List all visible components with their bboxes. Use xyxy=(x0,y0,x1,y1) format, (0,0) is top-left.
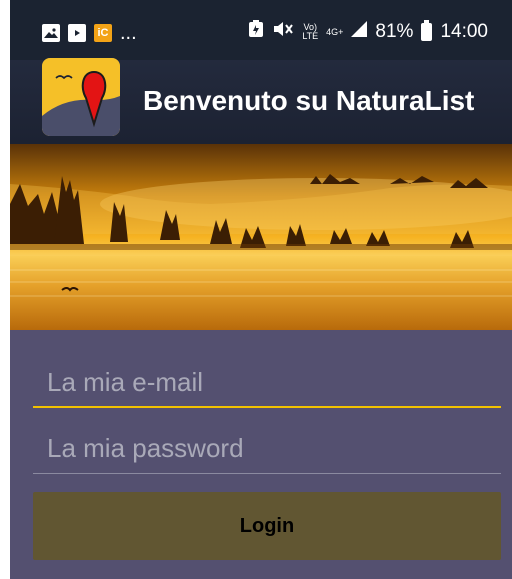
clock: 14:00 xyxy=(440,21,488,42)
signal-icon xyxy=(351,21,368,43)
network-type: 4G+ xyxy=(326,26,344,37)
status-bar: iC ... Vo) LTE 4G+ 81% 14:00 xyxy=(10,0,512,60)
battery-saver-icon xyxy=(248,20,264,44)
email-field[interactable] xyxy=(33,358,501,408)
notification-icons: iC ... xyxy=(42,22,137,44)
app-notification-icon: iC xyxy=(94,24,112,42)
app-logo xyxy=(42,58,120,136)
page-title: Benvenuto su NaturaList xyxy=(143,85,475,116)
youtube-icon xyxy=(68,24,86,42)
hero-image xyxy=(10,144,512,330)
system-icons: Vo) LTE 4G+ 81% 14:00 xyxy=(248,20,488,44)
login-button[interactable]: Login xyxy=(33,492,501,560)
image-icon xyxy=(42,24,60,42)
lte-label: LTE xyxy=(302,31,319,41)
password-field[interactable] xyxy=(33,424,501,474)
more-notifications: ... xyxy=(120,22,137,44)
volte-indicator: Vo) LTE xyxy=(302,23,318,41)
app-screen: iC ... Vo) LTE 4G+ 81% 14:00 Benvenuto s… xyxy=(10,0,512,579)
battery-icon xyxy=(421,20,433,41)
mute-icon xyxy=(272,20,294,44)
battery-percent: 81% xyxy=(375,21,414,42)
